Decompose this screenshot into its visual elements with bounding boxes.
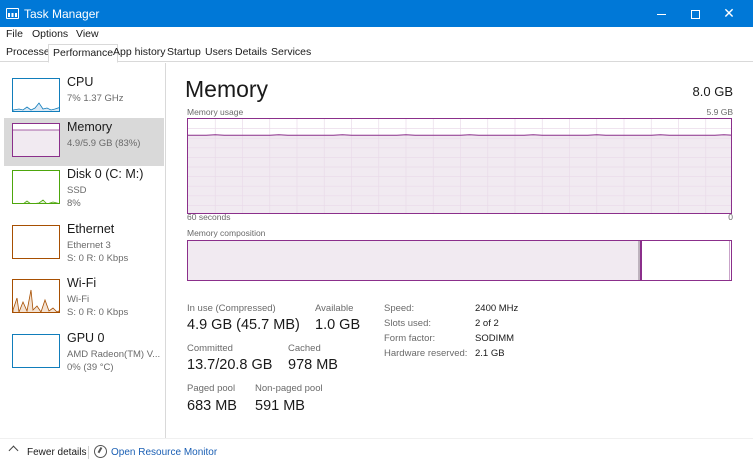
minimize-icon: [656, 14, 666, 16]
x-axis-right-label: 0: [728, 212, 733, 222]
menu-view[interactable]: View: [76, 28, 99, 40]
in-use-value: 4.9 GB (45.7 MB): [187, 317, 300, 333]
memory-thumbnail-graph: [12, 123, 60, 157]
memory-total: 8.0 GB: [692, 84, 733, 99]
memory-usage-label: Memory usage: [187, 107, 244, 117]
open-resource-monitor-link[interactable]: Open Resource Monitor: [111, 447, 217, 458]
sidebar-item-detail: AMD Radeon(TM) V...: [67, 349, 161, 360]
footer-bar: Fewer details Open Resource Monitor: [0, 438, 753, 467]
committed-label: Committed: [187, 343, 233, 354]
slots-used-value: 2 of 2: [475, 318, 499, 329]
sidebar-item-detail: SSD: [67, 185, 87, 196]
title-bar: Task Manager ✕: [0, 0, 753, 27]
tab-bar: Processes Performance App history Startu…: [0, 44, 753, 63]
non-paged-pool-label: Non-paged pool: [255, 383, 323, 394]
paged-pool-value: 683 MB: [187, 398, 237, 414]
sidebar-item-detail: Ethernet 3: [67, 240, 111, 251]
memory-panel: Memory 8.0 GB Memory usage 5.9 GB 60 sec…: [167, 63, 753, 438]
sidebar-item-ethernet[interactable]: Ethernet Ethernet 3 S: 0 R: 0 Kbps: [4, 220, 164, 268]
form-factor-value: SODIMM: [475, 333, 515, 344]
cached-label: Cached: [288, 343, 321, 354]
speed-label: Speed:: [384, 303, 415, 314]
resource-sidebar: CPU 7% 1.37 GHz Memory 4.9/5.9 GB (83%) …: [0, 63, 166, 438]
memory-usage-svg: [188, 119, 731, 213]
tab-performance[interactable]: Performance: [48, 44, 119, 63]
tab-startup[interactable]: Startup: [163, 44, 205, 62]
composition-standby[interactable]: [642, 241, 730, 280]
resource-monitor-icon: [94, 445, 107, 458]
cached-value: 978 MB: [288, 357, 338, 373]
sidebar-item-cpu[interactable]: CPU 7% 1.37 GHz: [4, 73, 164, 121]
committed-value: 13.7/20.8 GB: [187, 357, 273, 373]
sidebar-item-detail: 0% (39 °C): [67, 362, 114, 373]
menu-options[interactable]: Options: [32, 28, 68, 40]
in-use-label: In use (Compressed): [187, 303, 276, 314]
slots-used-label: Slots used:: [384, 318, 431, 329]
menu-bar: File Options View: [0, 27, 753, 44]
sidebar-item-detail: Wi-Fi: [67, 294, 90, 305]
disk-thumbnail-graph: [12, 170, 60, 204]
tab-details[interactable]: Details: [231, 44, 271, 62]
memory-composition-bar: [187, 240, 732, 281]
available-label: Available: [315, 303, 354, 314]
close-icon: ✕: [723, 5, 735, 21]
memory-usage-graph: [187, 118, 732, 214]
paged-pool-label: Paged pool: [187, 383, 236, 394]
memory-usage-max: 5.9 GB: [706, 107, 733, 117]
sidebar-item-detail: 8%: [67, 198, 81, 209]
hardware-reserved-label: Hardware reserved:: [384, 348, 468, 359]
wifi-thumbnail-graph: [12, 279, 60, 313]
window-title: Task Manager: [24, 7, 100, 21]
non-paged-pool-value: 591 MB: [255, 398, 305, 414]
sidebar-item-label: Disk 0 (C: M:): [67, 167, 144, 181]
sidebar-item-detail: S: 0 R: 0 Kbps: [67, 253, 129, 264]
maximize-button[interactable]: [678, 0, 712, 27]
sidebar-item-detail: 7% 1.37 GHz: [67, 93, 124, 104]
chevron-up-icon[interactable]: [8, 445, 19, 456]
available-value: 1.0 GB: [315, 317, 361, 333]
minimize-button[interactable]: [644, 0, 678, 27]
fewer-details-link[interactable]: Fewer details: [27, 447, 86, 458]
speed-value: 2400 MHz: [475, 303, 519, 314]
sidebar-item-gpu[interactable]: GPU 0 AMD Radeon(TM) V... 0% (39 °C): [4, 329, 164, 377]
maximize-icon: [690, 10, 700, 20]
ethernet-thumbnail-graph: [12, 225, 60, 259]
sidebar-item-label: Wi-Fi: [67, 276, 97, 290]
sidebar-item-disk[interactable]: Disk 0 (C: M:) SSD 8%: [4, 165, 164, 213]
x-axis-left-label: 60 seconds: [187, 212, 231, 222]
tab-services[interactable]: Services: [267, 44, 315, 62]
sidebar-item-memory[interactable]: Memory 4.9/5.9 GB (83%): [4, 118, 164, 166]
memory-composition-label: Memory composition: [187, 228, 266, 238]
sidebar-item-detail: S: 0 R: 0 Kbps: [67, 307, 129, 318]
divider: [88, 446, 89, 459]
page-title: Memory: [185, 76, 269, 102]
tab-app-history[interactable]: App history: [109, 44, 170, 62]
form-factor-label: Form factor:: [384, 333, 436, 344]
cpu-thumbnail-graph: [12, 78, 60, 112]
gpu-thumbnail-graph: [12, 334, 60, 368]
sidebar-item-label: Memory: [67, 120, 113, 134]
hardware-reserved-value: 2.1 GB: [475, 348, 505, 359]
close-button[interactable]: ✕: [712, 0, 746, 27]
sidebar-item-label: GPU 0: [67, 331, 105, 345]
sidebar-item-wifi[interactable]: Wi-Fi Wi-Fi S: 0 R: 0 Kbps: [4, 274, 164, 322]
composition-in-use[interactable]: [188, 241, 640, 280]
menu-file[interactable]: File: [6, 28, 23, 40]
sidebar-item-label: Ethernet: [67, 222, 115, 236]
sidebar-item-detail: 4.9/5.9 GB (83%): [67, 138, 141, 149]
task-manager-icon: [6, 8, 19, 19]
sidebar-item-label: CPU: [67, 75, 94, 89]
